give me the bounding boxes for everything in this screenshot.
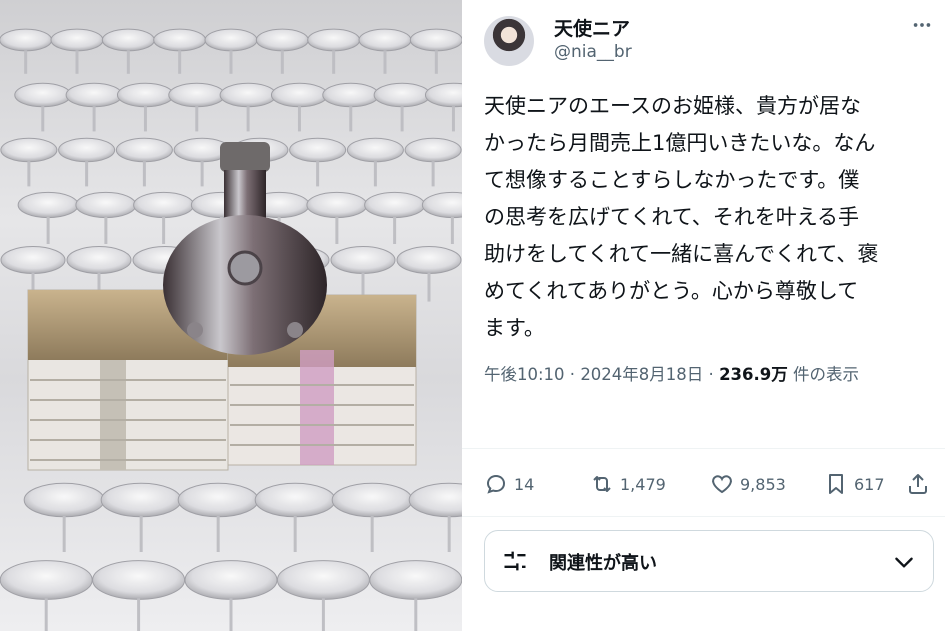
- champagne-glass: [75, 191, 137, 219]
- champagne-glass: [346, 137, 404, 163]
- display-name[interactable]: 天使ニア: [554, 14, 630, 41]
- heart-icon: [712, 475, 732, 494]
- champagne-glass: [0, 28, 53, 52]
- champagne-glass: [255, 28, 309, 52]
- champagne-glass: [369, 560, 462, 600]
- champagne-glass: [14, 82, 72, 108]
- champagne-glass: [373, 82, 431, 108]
- champagne-glass: [100, 482, 182, 518]
- sort-label: 関連性が高い: [549, 553, 657, 574]
- champagne-glass: [424, 82, 462, 108]
- champagne-glass: [184, 560, 278, 600]
- filter-icon: [504, 551, 526, 571]
- champagne-glass: [306, 191, 368, 219]
- champagne-glass: [50, 28, 104, 52]
- meta-separator-2: ·: [703, 365, 720, 384]
- meta-separator: ·: [564, 365, 581, 384]
- champagne-glass: [115, 137, 173, 163]
- champagne-glass: [0, 560, 93, 600]
- bookmark-icon: [829, 474, 843, 494]
- champagne-glass: [307, 28, 361, 52]
- reply-icon: [486, 474, 506, 494]
- tweet-time[interactable]: 午後10:10: [484, 365, 565, 384]
- repost-count: 1,479: [620, 474, 666, 494]
- divider: [462, 448, 945, 449]
- champagne-glass: [421, 191, 462, 219]
- champagne-glass: [409, 28, 462, 52]
- champagne-glass: [204, 28, 258, 52]
- reply-button[interactable]: 14: [484, 466, 534, 502]
- champagne-glass: [270, 82, 328, 108]
- champagne-glass: [254, 482, 336, 518]
- cognac-bottle: [163, 142, 327, 355]
- champagne-glass: [92, 560, 186, 600]
- champagne-glass: [65, 82, 123, 108]
- like-button[interactable]: 9,853: [710, 466, 786, 502]
- user-handle[interactable]: @nia__br: [554, 42, 632, 62]
- tweet-date[interactable]: 2024年8月18日: [580, 365, 703, 384]
- champagne-glass: [330, 246, 396, 274]
- champagne-glass: [17, 191, 79, 219]
- champagne-glass: [331, 482, 413, 518]
- champagne-glass: [0, 137, 58, 163]
- repost-button[interactable]: 1,479: [590, 466, 666, 502]
- champagne-glass: [408, 482, 462, 518]
- repost-icon: [593, 476, 611, 492]
- champagne-glass: [153, 28, 207, 52]
- bookmark-count: 617: [854, 474, 885, 494]
- view-count-suffix: 件の表示: [787, 365, 860, 384]
- champagne-glass: [177, 482, 259, 518]
- tweet-photo[interactable]: [0, 0, 462, 631]
- champagne-glass: [101, 28, 155, 52]
- champagne-glass: [364, 191, 426, 219]
- share-button[interactable]: [906, 466, 930, 502]
- tweet-panel: 天使ニア @nia__br 天使ニアのエースのお姫様、貴方が居な かったら月間売…: [462, 0, 945, 631]
- champagne-glass: [0, 246, 66, 274]
- champagne-glass: [358, 28, 412, 52]
- champagne-glass: [289, 137, 347, 163]
- champagne-glass: [168, 82, 226, 108]
- sort-replies-dropdown[interactable]: 関連性が高い: [484, 530, 934, 592]
- champagne-glass: [276, 560, 370, 600]
- reply-count: 14: [514, 474, 535, 494]
- champagne-glass: [322, 82, 380, 108]
- avatar[interactable]: [484, 16, 534, 66]
- champagne-glass: [58, 137, 116, 163]
- tweet-meta: 午後10:10 · 2024年8月18日 · 236.9万 件の表示: [484, 360, 924, 390]
- champagne-glass: [219, 82, 277, 108]
- chevron-down-icon: [895, 557, 913, 568]
- more-icon[interactable]: [911, 14, 933, 41]
- bookmark-button[interactable]: 617: [824, 466, 885, 502]
- champagne-glass: [66, 246, 132, 274]
- champagne-glass: [116, 82, 174, 108]
- share-icon: [909, 474, 927, 494]
- action-bar: 14 1,479 9,853 617: [484, 466, 934, 502]
- like-count: 9,853: [740, 474, 786, 494]
- view-count: 236.9万: [719, 365, 788, 384]
- divider: [462, 516, 945, 517]
- champagne-glass: [133, 191, 195, 219]
- champagne-glass: [396, 246, 462, 274]
- photo-illustration: [0, 28, 462, 631]
- champagne-glass: [23, 482, 105, 518]
- tweet-text: 天使ニアのエースのお姫様、貴方が居な かったら月間売上1億円いきたいな。なん て…: [484, 94, 879, 340]
- champagne-glass: [404, 137, 462, 163]
